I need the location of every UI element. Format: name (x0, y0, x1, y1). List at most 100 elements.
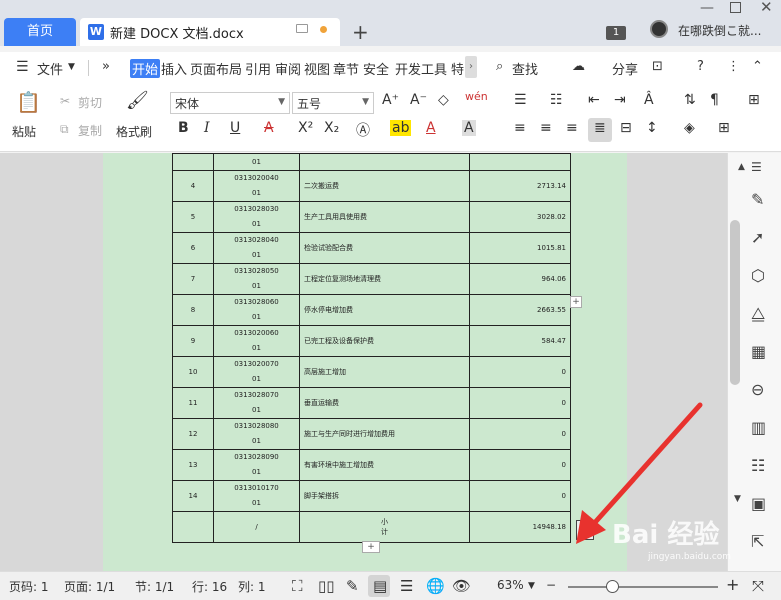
home-tab[interactable]: 首页 (4, 18, 76, 46)
table-row[interactable]: 10 0313020070 01 高层施工增加 0 (172, 356, 571, 388)
pen-icon[interactable]: ✎ (751, 190, 764, 209)
amount-cell[interactable]: 584.47 (469, 325, 571, 357)
tab-developer[interactable]: 开发工具 (395, 59, 447, 78)
table-row[interactable]: 01 (172, 153, 571, 171)
font-grow-icon[interactable]: A⁺ (382, 92, 399, 108)
share-button[interactable]: 分享 (612, 59, 638, 78)
justify-icon[interactable]: ≣ (594, 120, 606, 136)
item-name-cell[interactable]: 高层施工增加 (299, 356, 470, 388)
status-row[interactable]: 行: 16 (192, 578, 227, 595)
table-icon[interactable]: ⊞ (748, 92, 760, 108)
tab-page-layout[interactable]: 页面布局 (190, 59, 242, 78)
amount-cell[interactable]: 0 (469, 449, 571, 481)
more-options-icon[interactable]: ⋮ (727, 59, 740, 74)
table-grid-icon[interactable]: ▦ (751, 342, 766, 361)
char-shading-icon[interactable]: A (462, 120, 476, 136)
row-number-cell[interactable]: 4 (172, 170, 214, 202)
table-row[interactable]: 11 0313028070 01 垂直运输费 0 (172, 387, 571, 419)
line-spacing-icon[interactable]: ↕ (646, 120, 658, 136)
distributed-align-icon[interactable]: ⊟ (620, 120, 632, 136)
table-row[interactable]: 13 0313028090 01 有害环境中施工增加费 0 (172, 449, 571, 481)
row-number-cell[interactable]: 9 (172, 325, 214, 357)
borders-icon[interactable]: ⊞ (718, 120, 730, 136)
tab-chapter[interactable]: 章节 (333, 59, 359, 78)
table-row[interactable]: 14 0313010170 01 脚手架搭拆 0 (172, 480, 571, 512)
add-row-bottom-button[interactable]: + (362, 541, 380, 553)
select-cursor-icon[interactable]: ➚ (751, 228, 764, 247)
code-cell[interactable]: 01 (213, 153, 300, 171)
row-number-cell[interactable]: 11 (172, 387, 214, 419)
font-shrink-icon[interactable]: A⁻ (410, 92, 427, 108)
code-cell[interactable]: 0313020040 01 (213, 170, 300, 202)
item-name-cell[interactable]: 停水停电增加费 (299, 294, 470, 326)
collapse-ribbon-icon[interactable]: ⌃ (752, 59, 763, 74)
code-cell[interactable]: 0313028040 01 (213, 232, 300, 264)
search-icon[interactable]: ⌕ (496, 59, 503, 74)
item-name-cell[interactable]: 工程定位复测场地清理费 (299, 263, 470, 295)
adjust-icon[interactable]: ☷ (751, 456, 765, 475)
table-row[interactable]: 9 0313020060 01 已完工程及设备保护费 584.47 (172, 325, 571, 357)
increase-indent-icon[interactable]: ⇥ (614, 92, 626, 108)
row-number-cell[interactable]: 8 (172, 294, 214, 326)
avatar[interactable] (650, 20, 668, 38)
highlight-icon[interactable]: ab (390, 120, 412, 136)
paste-button[interactable]: 粘贴 (12, 123, 36, 140)
format-painter-icon[interactable]: 🖌 (126, 90, 149, 111)
copy-button[interactable]: 复制 (78, 122, 102, 139)
code-cell[interactable]: 0313028080 01 (213, 418, 300, 450)
data-icon[interactable]: ⊖ (751, 380, 764, 399)
shapes-icon[interactable]: ⬡ (751, 266, 765, 285)
table-row[interactable]: 12 0313028080 01 施工与生产同时进行增加费用 0 (172, 418, 571, 450)
code-cell[interactable]: 0313020070 01 (213, 356, 300, 388)
comment-icon[interactable]: ⊡ (652, 59, 663, 74)
row-number-cell[interactable]: 7 (172, 263, 214, 295)
subscript-icon[interactable]: X₂ (324, 120, 339, 136)
code-cell[interactable]: 0313010170 01 (213, 480, 300, 512)
item-name-cell[interactable]: 有害环境中施工增加费 (299, 449, 470, 481)
chevron-down-icon[interactable]: ▼ (68, 62, 75, 72)
font-color-icon[interactable]: A (426, 120, 436, 136)
chinese-layout-icon[interactable]: Â (644, 92, 654, 108)
clipboard-icon[interactable]: 📋 (16, 90, 41, 114)
item-name-cell[interactable]: 施工与生产同时进行增加费用 (299, 418, 470, 450)
amount-cell[interactable]: 0 (469, 356, 571, 388)
writing-mode-icon[interactable]: ✎ (346, 577, 359, 595)
outline-view-icon[interactable]: ☰ (400, 577, 413, 595)
code-cell[interactable]: 0313028030 01 (213, 201, 300, 233)
zoom-slider-handle[interactable] (606, 580, 619, 593)
new-tab-button[interactable]: + (352, 20, 369, 44)
amount-cell[interactable]: 964.06 (469, 263, 571, 295)
clear-format-icon[interactable]: ◇ (438, 92, 449, 108)
decrease-indent-icon[interactable]: ⇤ (588, 92, 600, 108)
font-family-select[interactable]: 宋体 ▼ (170, 92, 290, 114)
amount-cell[interactable]: 14948.18 (469, 511, 571, 543)
sidebar-menu-icon[interactable]: ☰ (751, 160, 762, 174)
underline-icon[interactable]: U (230, 120, 240, 136)
bold-icon[interactable]: B (178, 120, 189, 136)
chevron-down-icon[interactable]: ▼ (528, 581, 535, 591)
font-size-select[interactable]: 五号 ▼ (292, 92, 374, 114)
amount-cell[interactable] (469, 153, 571, 171)
show-marks-icon[interactable]: ¶ (710, 92, 719, 108)
item-name-cell[interactable]: 二次搬运费 (299, 170, 470, 202)
status-page-number[interactable]: 页码: 1 (9, 578, 49, 595)
style-icon[interactable]: ⧋ (751, 304, 765, 324)
row-number-cell[interactable]: 12 (172, 418, 214, 450)
zoom-level[interactable]: 63% (497, 578, 524, 592)
zoom-in-button[interactable]: + (726, 575, 739, 594)
row-number-cell[interactable]: 14 (172, 480, 214, 512)
item-name-cell[interactable] (299, 153, 470, 171)
table-row[interactable]: 6 0313028040 01 检验试验配合费 1015.81 (172, 232, 571, 264)
web-view-icon[interactable]: 🌐 (426, 577, 445, 595)
item-name-cell[interactable]: 检验试验配合费 (299, 232, 470, 264)
minimize-icon[interactable]: — (700, 0, 714, 16)
tab-references[interactable]: 引用 (245, 59, 271, 78)
amount-cell[interactable]: 2663.55 (469, 294, 571, 326)
tab-view[interactable]: 视图 (304, 59, 330, 78)
copy-icon[interactable]: ⧉ (60, 122, 69, 137)
image-icon[interactable]: ▣ (751, 494, 766, 513)
code-cell[interactable]: 0313028060 01 (213, 294, 300, 326)
fullscreen-icon[interactable]: ⛶ (292, 577, 303, 595)
page-view-icon[interactable]: ▤ (373, 577, 387, 595)
table-row[interactable]: 5 0313028030 01 生产工具用具使用费 3028.02 (172, 201, 571, 233)
